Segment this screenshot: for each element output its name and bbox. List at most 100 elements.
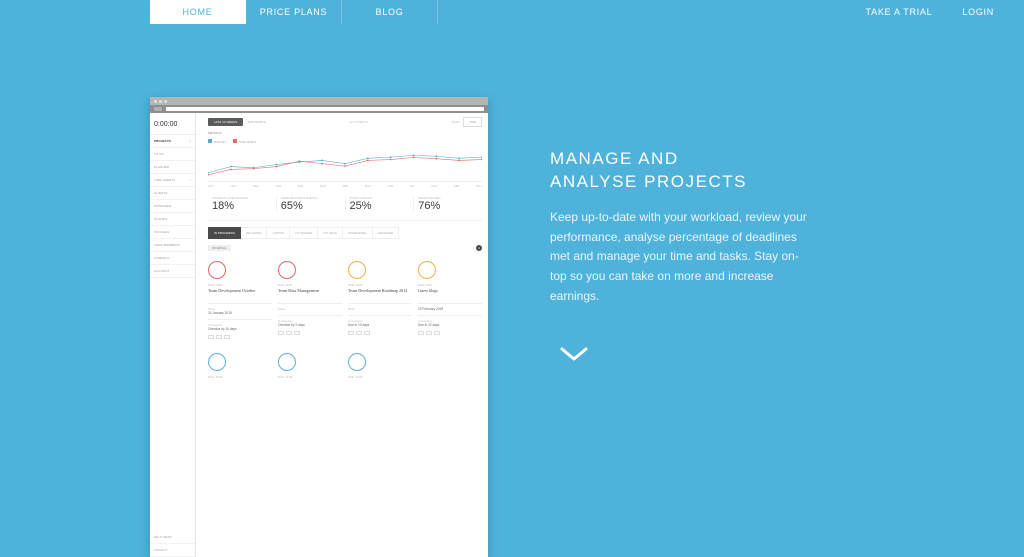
window-titlebar bbox=[150, 97, 488, 105]
card-due: DUE: 11/02 bbox=[278, 283, 342, 287]
sidebar-item-planner[interactable]: PLANNER bbox=[150, 161, 195, 174]
filter-range-active[interactable]: LAST 12 WEEKS bbox=[208, 118, 243, 126]
tag-row: INTERNAL 4 bbox=[208, 239, 482, 255]
url-field bbox=[166, 107, 484, 111]
nav-price-plans[interactable]: PRICE PLANS bbox=[246, 0, 342, 24]
tab-in-progress[interactable]: IN PROGRESS bbox=[208, 227, 241, 239]
card-title bbox=[278, 381, 342, 391]
card-title: Guest blogs bbox=[418, 289, 482, 299]
progress-ring-icon bbox=[278, 353, 296, 371]
sidebar-item-projects[interactable]: PROJECTS▾ bbox=[150, 135, 195, 148]
stat-deadlines: DEADLINES MET 76% bbox=[414, 196, 482, 212]
sidebar-item-help[interactable]: HELP DESK bbox=[150, 531, 195, 544]
tab-completed[interactable]: COMPLETED bbox=[343, 227, 373, 239]
project-tabs: IN PROGRESS ON-GOING A PITCH TO INVOICE … bbox=[208, 227, 482, 239]
count-badge: 4 bbox=[476, 245, 482, 251]
nav-left: HOME PRICE PLANS BLOG bbox=[150, 0, 438, 24]
tab-pitch[interactable]: A PITCH bbox=[267, 227, 290, 239]
progress-ring-icon bbox=[208, 261, 226, 279]
chart-legend: BUDGET TIME SPENT bbox=[208, 137, 482, 148]
timer-display: 0:00:00 bbox=[150, 113, 195, 135]
card-title: Team Development Roadmap 2014 bbox=[348, 289, 412, 299]
sidebar-item-logout[interactable]: LOGOUT bbox=[150, 544, 195, 557]
chevron-down-icon: ▾ bbox=[189, 139, 191, 143]
filter-clients[interactable]: ALL CLIENTS bbox=[349, 120, 368, 124]
chevron-down-icon: ▾ bbox=[189, 178, 191, 182]
card-due: DUE: 24/01 bbox=[208, 283, 272, 287]
main-panel: LAST 12 WEEKS THIS MONTH ALL CLIENTS TEA… bbox=[196, 113, 488, 557]
project-card[interactable]: DUE: 21/03 bbox=[348, 351, 412, 391]
project-cards: DUE: 24/01Team Development OctoberFixed2… bbox=[208, 255, 482, 339]
tag-internal[interactable]: INTERNAL bbox=[208, 245, 231, 251]
chart-xaxis: OCTNOVDECJANFEBMARAPRMAYJUNJULAUGSEPOCT bbox=[208, 184, 482, 192]
stat-avg-profit: AVERAGE PROFIT MARGIN 65% bbox=[277, 196, 346, 212]
traffic-light-max-icon bbox=[164, 100, 167, 103]
filter-team-label: TEAM bbox=[451, 120, 459, 124]
sidebar-item-todo[interactable]: TO DO bbox=[150, 148, 195, 161]
project-card[interactable]: DUE: 13/02Team Development Roadmap 2014R… bbox=[348, 259, 412, 339]
project-card[interactable]: DUE: 13/02Guest blogs13 February 2015In … bbox=[418, 259, 482, 339]
tab-to-invoice[interactable]: TO INVOICE bbox=[290, 227, 318, 239]
metrics-chart bbox=[208, 148, 482, 182]
scroll-down-button[interactable] bbox=[560, 345, 588, 370]
project-card[interactable]: DUE: 21/03 bbox=[208, 351, 272, 391]
card-title bbox=[348, 381, 412, 391]
project-cards-row2: DUE: 21/03 DUE: 21/03 DUE: 21/03 bbox=[208, 347, 482, 391]
card-due: DUE: 21/03 bbox=[348, 375, 412, 379]
sidebar-item-quotes[interactable]: QUOTES bbox=[150, 213, 195, 226]
project-card[interactable]: DUE: 21/03 bbox=[278, 351, 342, 391]
nav-home[interactable]: HOME bbox=[150, 0, 246, 24]
hero-body: Keep up-to-date with your workload, revi… bbox=[550, 208, 810, 307]
filter-range-alt[interactable]: THIS MONTH bbox=[247, 120, 266, 124]
traffic-light-min-icon bbox=[159, 100, 162, 103]
nav-right: TAKE A TRIAL LOGIN bbox=[866, 0, 1024, 24]
browser-urlbar bbox=[150, 105, 488, 113]
sidebar-item-team[interactable]: TEAM MEMBERS bbox=[150, 239, 195, 252]
filter-row: LAST 12 WEEKS THIS MONTH ALL CLIENTS TEA… bbox=[208, 113, 482, 131]
sidebar-item-invoices[interactable]: INVOICES bbox=[150, 226, 195, 239]
card-chips bbox=[348, 331, 412, 335]
stat-profit-margin: PROFIT MARGIN 25% bbox=[346, 196, 415, 212]
tab-archived[interactable]: ARCHIVED bbox=[373, 227, 400, 239]
project-card[interactable]: DUE: 24/01Team Development OctoberFixed2… bbox=[208, 259, 272, 339]
legend-swatch-budget-icon bbox=[208, 139, 212, 143]
top-nav: HOME PRICE PLANS BLOG TAKE A TRIAL LOGIN bbox=[0, 0, 1024, 24]
card-due: DUE: 21/03 bbox=[208, 375, 272, 379]
back-icon bbox=[154, 107, 162, 111]
hero-heading: MANAGE AND ANALYSE PROJECTS bbox=[550, 148, 810, 194]
tab-on-hold[interactable]: ON HOLD bbox=[318, 227, 343, 239]
tab-ongoing[interactable]: ON-GOING bbox=[241, 227, 268, 239]
chevron-down-icon bbox=[560, 345, 588, 365]
card-chips bbox=[278, 331, 342, 335]
card-title bbox=[208, 381, 272, 391]
nav-login[interactable]: LOGIN bbox=[962, 7, 994, 17]
progress-ring-icon bbox=[348, 261, 366, 279]
sidebar-item-timesheets[interactable]: TIME SHEETS▾ bbox=[150, 174, 195, 187]
filter-team-select[interactable]: YOU bbox=[463, 117, 482, 127]
progress-ring-icon bbox=[418, 261, 436, 279]
sidebar: 0:00:00 PROJECTS▾ TO DO PLANNER TIME SHE… bbox=[150, 113, 196, 557]
stat-over-budget: PROJECTS OVER BUDGET 18% bbox=[208, 196, 277, 212]
sidebar-item-expenses[interactable]: EXPENSES bbox=[150, 200, 195, 213]
card-chips bbox=[208, 335, 272, 339]
hero-copy: MANAGE AND ANALYSE PROJECTS Keep up-to-d… bbox=[550, 148, 810, 307]
card-title: Team Development October bbox=[208, 289, 272, 299]
traffic-light-close-icon bbox=[154, 100, 157, 103]
progress-ring-icon bbox=[208, 353, 226, 371]
progress-ring-icon bbox=[278, 261, 296, 279]
dashboard-screenshot: 0:00:00 PROJECTS▾ TO DO PLANNER TIME SHE… bbox=[150, 97, 488, 557]
nav-take-trial[interactable]: TAKE A TRIAL bbox=[866, 7, 933, 17]
stat-row: PROJECTS OVER BUDGET 18% AVERAGE PROFIT … bbox=[208, 192, 482, 221]
card-due: DUE: 13/02 bbox=[418, 283, 482, 287]
nav-blog[interactable]: BLOG bbox=[342, 0, 438, 24]
progress-ring-icon bbox=[348, 353, 366, 371]
sidebar-item-company[interactable]: COMPANY bbox=[150, 252, 195, 265]
card-chips bbox=[418, 331, 482, 335]
sidebar-item-account[interactable]: ACCOUNT bbox=[150, 265, 195, 278]
sidebar-item-clients[interactable]: CLIENTS bbox=[150, 187, 195, 200]
card-title: Team Rota Management bbox=[278, 289, 342, 299]
legend-swatch-timespent-icon bbox=[233, 139, 237, 143]
project-card[interactable]: DUE: 11/02Team Rota ManagementFixedIn pr… bbox=[278, 259, 342, 339]
card-due: DUE: 21/03 bbox=[278, 375, 342, 379]
card-due: DUE: 13/02 bbox=[348, 283, 412, 287]
